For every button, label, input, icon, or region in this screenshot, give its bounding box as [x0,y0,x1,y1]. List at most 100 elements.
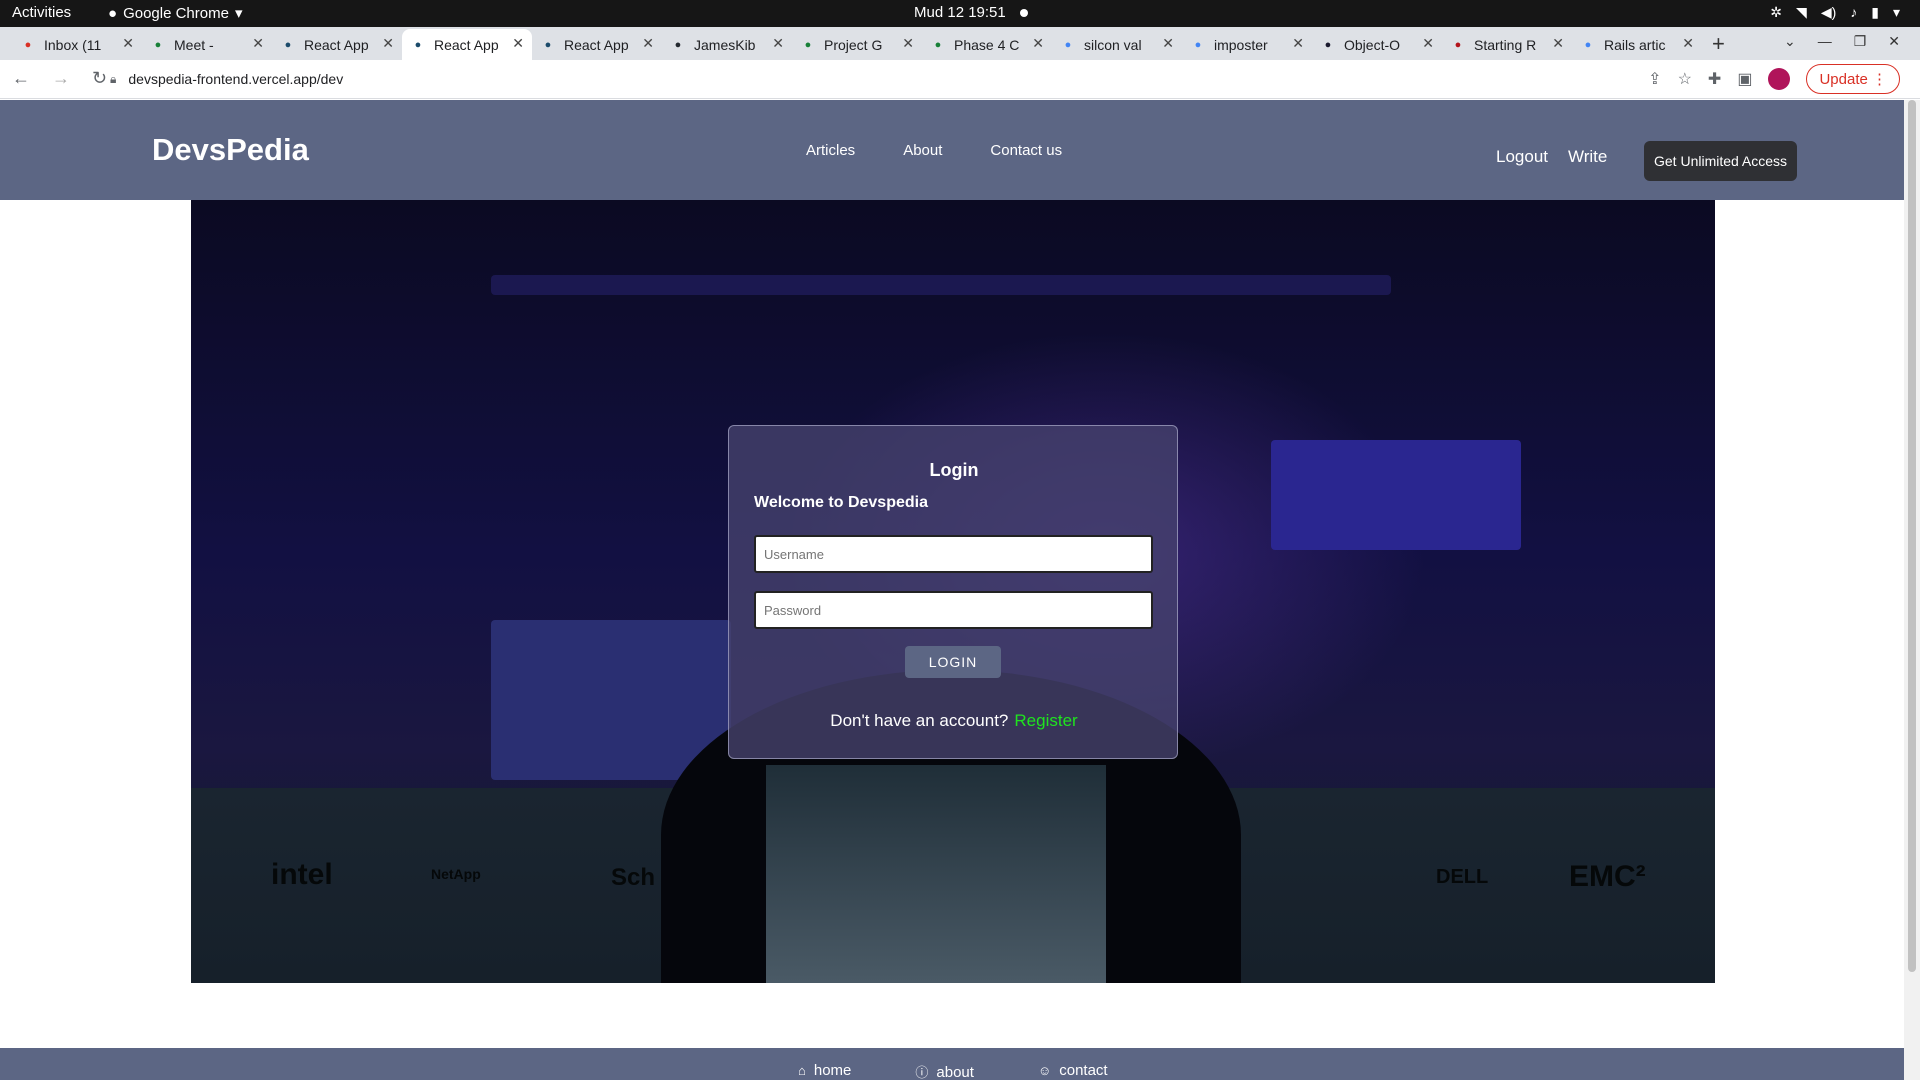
password-input[interactable] [754,591,1153,629]
tab-title: React App [304,36,369,53]
browser-tab[interactable]: ● Inbox (11 ✕ [12,29,142,60]
new-tab-button[interactable]: + [1712,31,1725,57]
browser-tab[interactable]: ● Rails artic ✕ [1572,29,1702,60]
close-tab-icon[interactable]: ✕ [1422,35,1434,52]
register-link[interactable]: Register [1014,711,1077,730]
url-text[interactable]: devspedia-frontend.vercel.app/dev [128,71,343,87]
battery-icon[interactable]: ▮ [1871,4,1879,21]
extensions-icon[interactable]: ✚ [1708,69,1721,89]
close-tab-icon[interactable]: ✕ [252,35,264,52]
close-tab-icon[interactable]: ✕ [772,35,784,52]
close-tab-icon[interactable]: ✕ [382,35,394,52]
system-tray[interactable]: ✲ ◥ ◀) ♪ ▮ ▾ [1770,4,1900,21]
clock[interactable]: Mud 12 19:51 [914,4,1006,21]
close-tab-icon[interactable]: ✕ [1552,35,1564,52]
microphone-icon[interactable]: ♪ [1850,4,1857,21]
restore-icon[interactable]: ❐ [1854,33,1867,50]
sheets-icon: ● [804,38,812,51]
contact-icon: ☺ [1037,1063,1052,1078]
browser-tab[interactable]: ● Starting R ✕ [1442,29,1572,60]
tab-title: Starting R [1474,36,1537,53]
footer-nav: ⌂ home ⓘ about ☺ contact [798,1062,1108,1081]
browser-tab[interactable]: ● Meet - ✕ [142,29,272,60]
username-input[interactable] [754,535,1153,573]
sponsor-logo: DELL [1436,866,1489,888]
tab-title: JamesKib [694,36,756,53]
site-header: DevsPedia Articles About Contact us Logo… [0,100,1904,200]
footer-contact-link[interactable]: ☺ contact [1038,1062,1108,1081]
wifi-icon[interactable]: ◥ [1796,4,1807,21]
meet-icon: ● [154,38,162,51]
forward-icon[interactable]: → [52,68,70,89]
close-tab-icon[interactable]: ✕ [1032,35,1044,52]
share-icon[interactable]: ⇪ [1648,69,1661,89]
close-tab-icon[interactable]: ✕ [642,35,654,52]
browser-tab[interactable]: ● React App ✕ [402,29,532,60]
bookmark-star-icon[interactable]: ☆ [1678,69,1692,89]
browser-tab[interactable]: ● Project G ✕ [792,29,922,60]
footer-home-link[interactable]: ⌂ home [798,1062,851,1081]
browser-tab[interactable]: ● Object-O ✕ [1312,29,1442,60]
close-tab-icon[interactable]: ✕ [122,35,134,52]
footer-about-link[interactable]: ⓘ about [915,1062,974,1081]
tab-title: Project G [824,36,883,53]
brand-logo[interactable]: DevsPedia [152,132,309,168]
page-scrollbar[interactable] [1904,100,1920,1080]
sponsor-logo: Sch [611,864,656,891]
nav-articles[interactable]: Articles [806,142,855,159]
slack-icon[interactable]: ✲ [1770,4,1782,21]
tab-title: Rails artic [1604,36,1666,53]
browser-tab[interactable]: ● JamesKib ✕ [662,29,792,60]
nav-about[interactable]: About [903,142,942,159]
a-icon: ● [1324,38,1332,51]
close-window-icon[interactable]: ✕ [1888,33,1900,50]
address-bar[interactable]: 🔒︎ devspedia-frontend.vercel.app/dev [110,64,1690,94]
login-card: Login Welcome to Devspedia LOGIN Don't h… [728,425,1178,759]
footer-about-label: about [936,1064,974,1081]
logout-link[interactable]: Logout [1496,147,1548,167]
footer-contact-label: contact [1059,1062,1108,1079]
profile-avatar[interactable] [1768,68,1791,90]
app-menu[interactable]: ● Google Chrome ▾ [108,4,242,23]
close-tab-icon[interactable]: ✕ [1162,35,1174,52]
side-panel-icon[interactable]: ▣ [1737,69,1752,89]
system-top-bar: Activities ● Google Chrome ▾ Mud 12 19:5… [0,0,1920,27]
toolbar-actions: ⇪ ☆ ✚ ▣ Update ⋮ [1648,64,1900,94]
browser-toolbar: ← → ↻ 🔒︎ devspedia-frontend.vercel.app/d… [0,60,1920,99]
update-button[interactable]: Update ⋮ [1806,64,1900,94]
nav-contact[interactable]: Contact us [990,142,1062,159]
tab-title: React App [564,36,629,53]
close-tab-icon[interactable]: ✕ [1682,35,1694,52]
browser-tab[interactable]: ● imposter ✕ [1182,29,1312,60]
browser-tab[interactable]: ● silcon val ✕ [1052,29,1182,60]
lock-icon[interactable]: 🔒︎ [110,72,116,87]
tab-search-icon[interactable]: ⌄ [1784,33,1796,50]
home-icon: ⌂ [798,1063,806,1078]
google-icon: ● [1584,38,1592,51]
scrollbar-thumb[interactable] [1908,100,1916,972]
reload-icon[interactable]: ↻ [92,68,107,89]
close-tab-icon[interactable]: ✕ [512,35,524,52]
google-icon: ● [1194,38,1202,51]
volume-icon[interactable]: ◀) [1821,4,1836,21]
activities-button[interactable]: Activities [12,4,71,21]
laptop-shape [766,765,1106,983]
browser-tab[interactable]: ● Phase 4 C ✕ [922,29,1052,60]
browser-tab[interactable]: ● React App ✕ [532,29,662,60]
google-icon: ● [1064,38,1072,51]
ceiling-light [491,275,1391,295]
browser-tab[interactable]: ● React App ✕ [272,29,402,60]
sheets-icon: ● [934,38,942,51]
write-link[interactable]: Write [1568,147,1607,167]
close-tab-icon[interactable]: ✕ [1292,35,1304,52]
power-menu-icon[interactable]: ▾ [1893,4,1900,21]
close-tab-icon[interactable]: ✕ [902,35,914,52]
site-footer: ⌂ home ⓘ about ☺ contact [0,1048,1904,1081]
back-icon[interactable]: ← [12,68,30,89]
sponsor-logo: NetApp [431,866,481,882]
login-button[interactable]: LOGIN [905,646,1001,678]
get-unlimited-access-button[interactable]: Get Unlimited Access [1644,141,1798,181]
welcome-text: Welcome to Devspedia [754,494,928,511]
window-controls: ⌄ — ❐ ✕ [1784,33,1900,50]
minimize-icon[interactable]: — [1818,33,1832,50]
